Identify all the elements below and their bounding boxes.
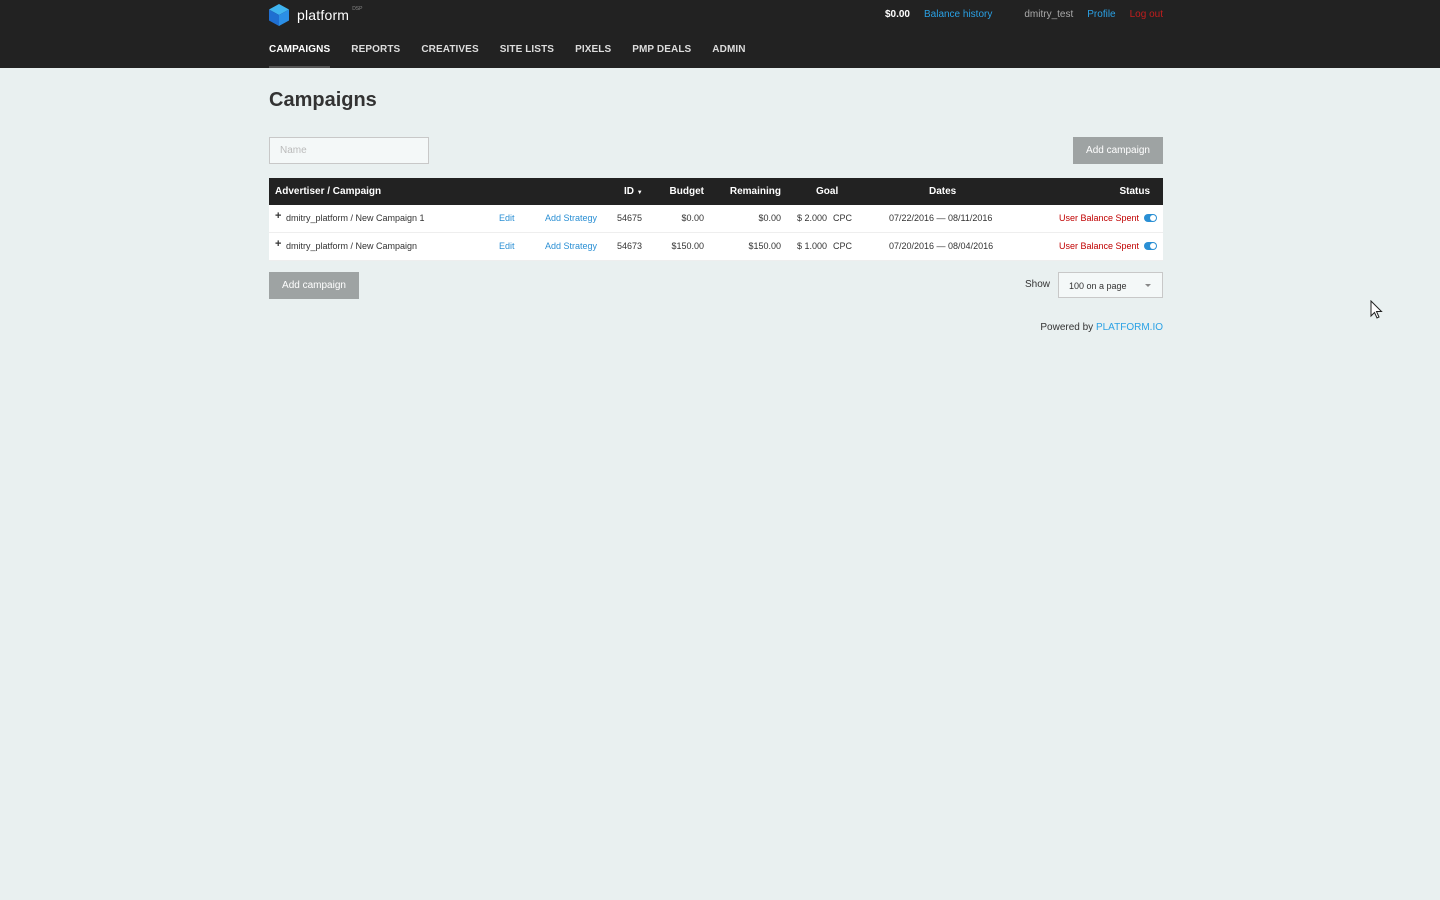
nav-pixels[interactable]: PIXELS — [575, 44, 611, 55]
logo[interactable]: platform DSP — [269, 4, 362, 26]
chevron-down-icon — [1145, 284, 1151, 287]
nav-reports[interactable]: REPORTS — [351, 44, 400, 55]
show-label: Show — [1025, 279, 1051, 290]
main-nav: CAMPAIGNS REPORTS CREATIVES SITE LISTS P… — [269, 44, 767, 68]
header-campaign[interactable]: Advertiser / Campaign — [275, 186, 381, 197]
balance-history-link[interactable]: Balance history — [924, 9, 992, 20]
add-campaign-button-bottom[interactable]: Add campaign — [269, 272, 359, 299]
campaign-dates: 07/20/2016 — 08/04/2016 — [889, 241, 994, 251]
header-goal[interactable]: Goal — [816, 186, 838, 197]
footer: Powered by PLATFORM.IO — [1040, 322, 1163, 333]
name-search-input[interactable] — [269, 137, 429, 164]
campaign-id: 54675 — [617, 213, 643, 223]
cube-logo-icon — [269, 4, 289, 26]
add-campaign-button-top[interactable]: Add campaign — [1073, 137, 1163, 164]
powered-by-text: Powered by — [1040, 322, 1094, 333]
sort-arrow-icon: ▼ — [636, 190, 643, 196]
header-remaining[interactable]: Remaining — [730, 186, 781, 197]
campaign-goal: $ 1.000 — [797, 241, 828, 251]
nav-admin[interactable]: ADMIN — [712, 44, 745, 55]
table-row: + dmitry_platform / New Campaign 1 Edit … — [269, 205, 1163, 233]
table-row: + dmitry_platform / New Campaign Edit Ad… — [269, 233, 1163, 261]
campaigns-table: Advertiser / Campaign ID ▼ Budget Remain… — [269, 178, 1163, 261]
campaign-status: User Balance Spent — [1058, 213, 1139, 223]
add-strategy-link[interactable]: Add Strategy — [545, 213, 597, 223]
header-status[interactable]: Status — [1119, 186, 1150, 197]
per-page-value: 100 on a page — [1069, 281, 1127, 291]
logo-text: platform — [297, 7, 350, 23]
campaign-goal-type: CPC — [833, 213, 853, 223]
campaign-dates: 07/22/2016 — 08/11/2016 — [889, 213, 993, 223]
nav-creatives[interactable]: CREATIVES — [421, 44, 478, 55]
mouse-cursor-icon — [1370, 300, 1383, 319]
edit-link[interactable]: Edit — [499, 213, 515, 223]
campaign-name: dmitry_platform / New Campaign 1 — [286, 213, 425, 223]
campaign-budget: $150.00 — [671, 241, 704, 251]
campaign-remaining: $0.00 — [758, 213, 781, 223]
header-dates[interactable]: Dates — [929, 186, 956, 197]
top-bar — [0, 0, 1440, 68]
campaign-budget: $0.00 — [681, 213, 704, 223]
campaign-status: User Balance Spent — [1058, 241, 1139, 251]
status-toggle[interactable] — [1144, 214, 1157, 222]
expand-icon[interactable]: + — [275, 210, 281, 222]
edit-link[interactable]: Edit — [499, 241, 515, 251]
campaign-goal: $ 2.000 — [797, 213, 828, 223]
per-page-select[interactable]: 100 on a page — [1058, 272, 1163, 298]
username: dmitry_test — [1024, 9, 1074, 20]
nav-campaigns[interactable]: CAMPAIGNS — [269, 44, 331, 68]
table-header: Advertiser / Campaign ID ▼ Budget Remain… — [269, 178, 1163, 205]
expand-icon[interactable]: + — [275, 238, 281, 250]
campaign-goal-type: CPC — [833, 241, 853, 251]
header-id[interactable]: ID ▼ — [624, 186, 643, 197]
status-toggle[interactable] — [1144, 242, 1157, 250]
campaign-name: dmitry_platform / New Campaign — [286, 241, 418, 251]
platform-link[interactable]: PLATFORM.IO — [1096, 322, 1163, 333]
logout-link[interactable]: Log out — [1130, 9, 1163, 20]
campaign-id: 54673 — [617, 241, 643, 251]
nav-pmp-deals[interactable]: PMP DEALS — [632, 44, 691, 55]
header-budget[interactable]: Budget — [670, 186, 704, 197]
campaign-remaining: $150.00 — [748, 241, 781, 251]
add-strategy-link[interactable]: Add Strategy — [545, 241, 597, 251]
account-bar: $0.00 Balance history dmitry_test Profil… — [885, 9, 1163, 20]
page-title: Campaigns — [269, 89, 377, 111]
logo-sup: DSP — [352, 6, 363, 12]
header-id-label: ID — [624, 186, 634, 197]
nav-site-lists[interactable]: SITE LISTS — [500, 44, 554, 55]
profile-link[interactable]: Profile — [1087, 9, 1115, 20]
balance-amount: $0.00 — [884, 9, 910, 20]
